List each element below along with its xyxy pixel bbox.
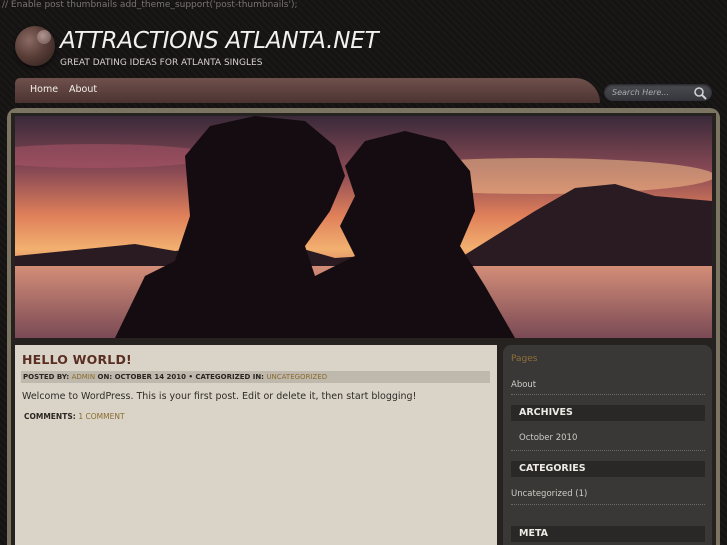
site-tagline: GREAT DATING IDEAS FOR ATLANTA SINGLES — [60, 58, 263, 68]
sidebar-divider — [511, 504, 705, 505]
category-link[interactable]: UNCATEGORIZED — [266, 373, 327, 381]
archive-link-october-2010[interactable]: October 2010 — [519, 433, 577, 443]
search-icon[interactable] — [692, 85, 708, 101]
sidebar-pages-heading: Pages — [511, 354, 538, 364]
nav-item-home[interactable]: Home — [30, 84, 58, 95]
post-body: Welcome to WordPress. This is your first… — [22, 391, 417, 402]
author-link[interactable]: ADMIN — [72, 373, 96, 381]
nav-bar-tail — [540, 78, 600, 103]
posted-by-label: POSTED BY: — [23, 373, 70, 381]
site-title[interactable]: ATTRACTIONS ATLANTA.NET — [60, 28, 379, 54]
post-comments: COMMENTS: 1 COMMENT — [24, 412, 125, 421]
categories-heading: CATEGORIES — [511, 461, 705, 477]
post-meta: POSTED BY: ADMIN ON: OCTOBER 14 2010 • C… — [23, 373, 327, 381]
archives-heading-label: ARCHIVES — [519, 407, 573, 418]
sidebar-page-about[interactable]: About — [511, 380, 536, 390]
code-note: // Enable post thumbnails add_theme_supp… — [2, 0, 298, 10]
nav-bar — [15, 78, 565, 103]
category-link-uncategorized[interactable]: Uncategorized (1) — [511, 489, 587, 499]
posted-on-label: ON: OCTOBER 14 2010 • CATEGORIZED IN: — [97, 373, 264, 381]
archives-heading: ARCHIVES — [511, 405, 705, 421]
search-box — [604, 84, 712, 101]
nav-item-about[interactable]: About — [69, 84, 97, 95]
hero-image — [15, 116, 712, 338]
sidebar — [503, 345, 712, 545]
post-title[interactable]: HELLO WORLD! — [22, 352, 132, 367]
comments-label: COMMENTS: — [24, 412, 76, 421]
logo-icon[interactable] — [15, 26, 55, 66]
categories-heading-label: CATEGORIES — [519, 463, 586, 474]
comments-link[interactable]: 1 COMMENT — [78, 412, 124, 421]
sidebar-divider — [511, 394, 705, 395]
sidebar-divider — [511, 450, 705, 451]
search-input[interactable] — [612, 86, 688, 99]
meta-heading-label: META — [519, 528, 549, 539]
meta-heading: META — [511, 526, 705, 542]
